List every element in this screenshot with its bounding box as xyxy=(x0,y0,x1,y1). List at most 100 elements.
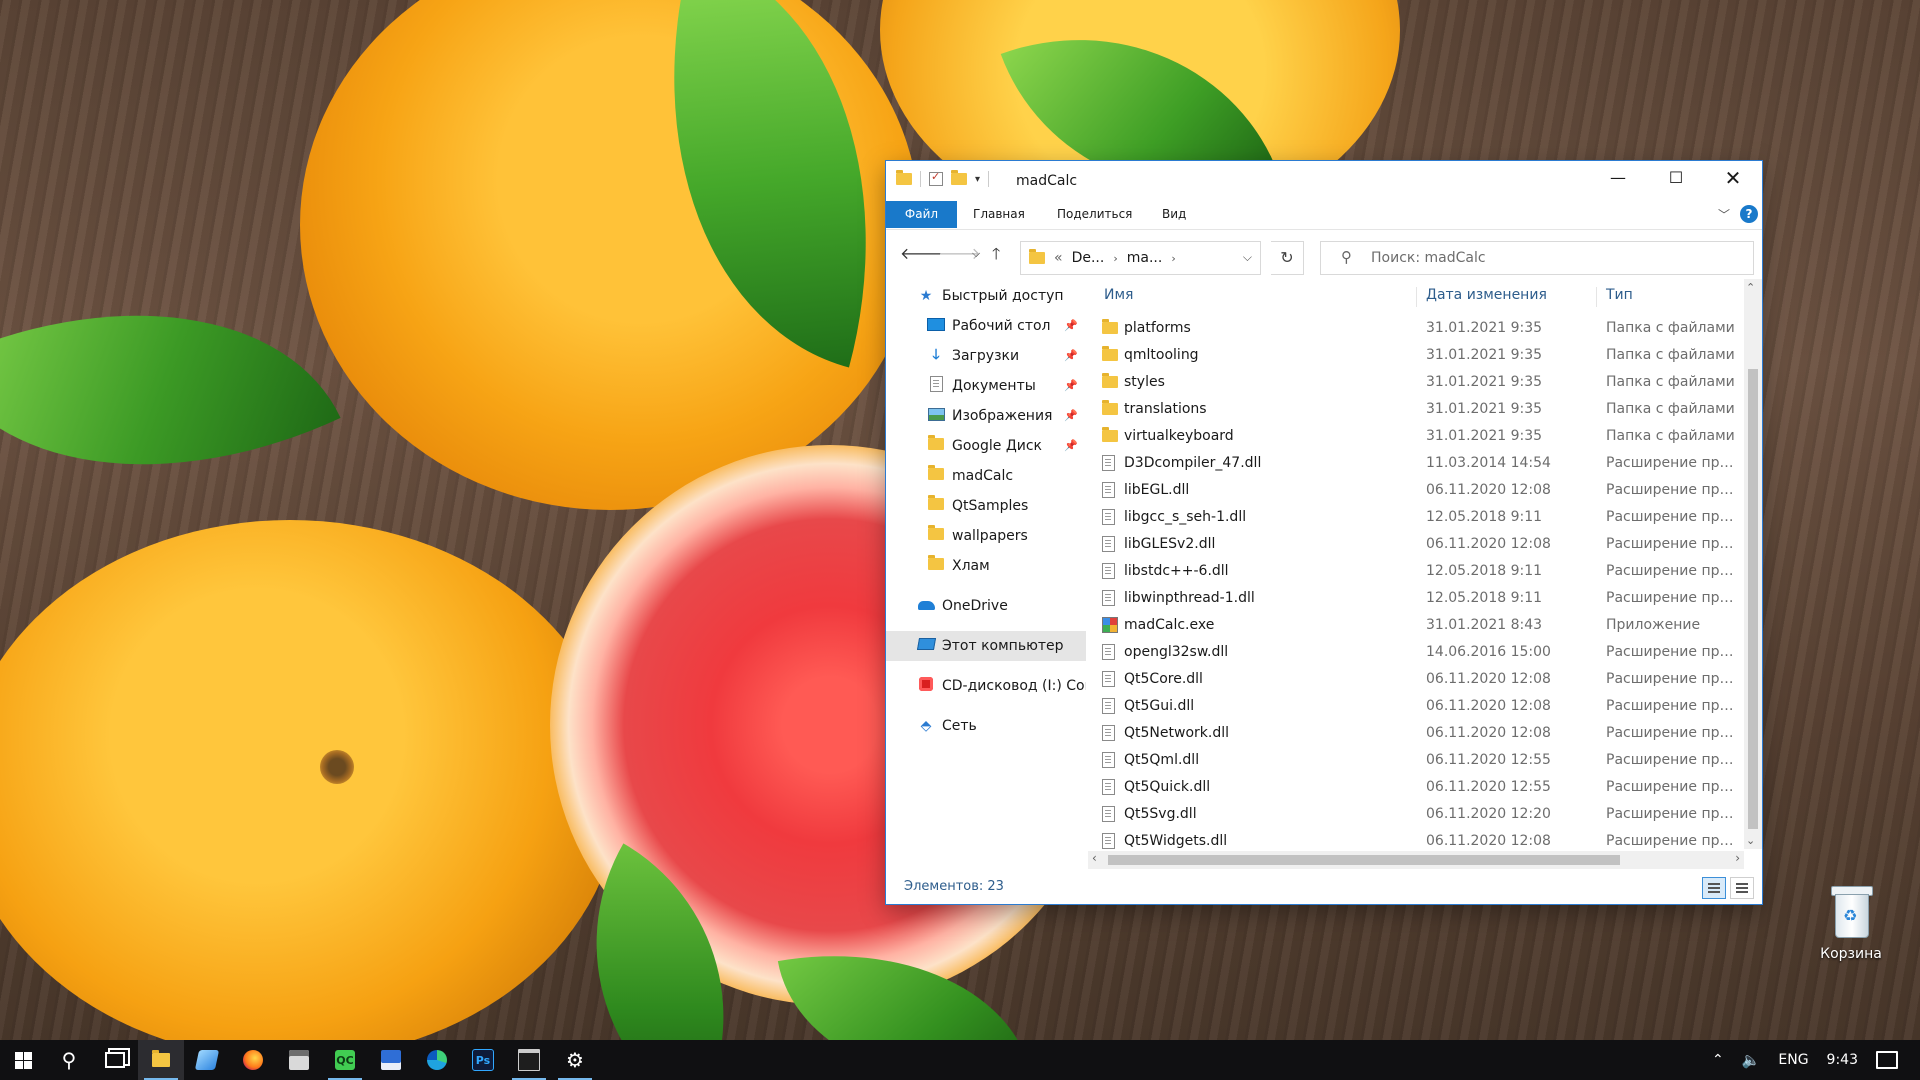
notifications-icon[interactable] xyxy=(1876,1051,1898,1069)
scroll-thumb[interactable] xyxy=(1108,855,1620,865)
nav-documents[interactable]: Документы 📌 xyxy=(886,371,1086,401)
nav-cd-drive[interactable]: CD-дисковод (I:) Cor xyxy=(886,671,1086,701)
taskbar-blue-app[interactable] xyxy=(184,1040,230,1080)
table-row[interactable]: Qt5Widgets.dll 06.11.2020 12:08 Расширение… xyxy=(1096,827,1738,849)
chevron-right-icon[interactable]: › xyxy=(1113,252,1117,265)
nav-google-drive[interactable]: Google Диск 📌 xyxy=(886,431,1086,461)
table-row[interactable]: libstdc++-6.dll 12.05.2018 9:11 Расширение… xyxy=(1096,557,1738,584)
table-row[interactable]: Qt5Core.dll 06.11.2020 12:08 Расширение пр… xyxy=(1096,665,1738,692)
expand-ribbon-icon[interactable]: ﹀ xyxy=(1718,206,1730,223)
column-divider[interactable] xyxy=(1596,287,1597,307)
column-header-date[interactable]: Дата изменения xyxy=(1426,279,1547,311)
search-input[interactable]: Поиск: madCalc xyxy=(1371,250,1486,266)
table-row[interactable]: Qt5Gui.dll 06.11.2020 12:08 Расширение при… xyxy=(1096,692,1738,719)
table-row[interactable]: opengl32sw.dll 14.06.2016 15:00 Расширение… xyxy=(1096,638,1738,665)
address-dropdown-icon[interactable]: ⌵ xyxy=(1243,250,1252,265)
table-row[interactable]: qmltooling 31.01.2021 9:35 Папка с файлами xyxy=(1096,341,1736,368)
chevron-right-icon[interactable]: › xyxy=(1171,252,1175,265)
minimize-button[interactable]: — xyxy=(1589,161,1647,195)
nav-this-pc[interactable]: Этот компьютер xyxy=(886,631,1086,661)
address-bar[interactable]: « De... › ma... › ⌵ xyxy=(1020,241,1261,275)
up-arrow-icon[interactable]: 🡑 xyxy=(992,243,1000,270)
taskbar-save-app[interactable] xyxy=(368,1040,414,1080)
table-row[interactable]: Qt5Quick.dll 06.11.2020 12:55 Расширение п… xyxy=(1096,773,1738,800)
refresh-button[interactable]: ↻ xyxy=(1271,241,1304,275)
column-header-name[interactable]: Имя xyxy=(1104,279,1133,311)
scroll-right-icon[interactable]: › xyxy=(1735,851,1740,865)
tab-view[interactable]: Вид xyxy=(1162,201,1186,228)
customize-toolbar-icon[interactable]: ▾ xyxy=(975,174,980,185)
start-button[interactable] xyxy=(0,1040,46,1080)
breadcrumb-segment[interactable]: De... xyxy=(1072,250,1105,266)
title-bar[interactable]: ▾ madCalc — ☐ ✕ xyxy=(886,161,1762,201)
application-icon xyxy=(1102,617,1118,633)
nav-madcalc[interactable]: madCalc xyxy=(886,461,1086,491)
vertical-scrollbar[interactable]: ⌃ ⌄ xyxy=(1744,279,1762,849)
taskbar-photoshop[interactable]: Ps xyxy=(460,1040,506,1080)
nav-wallpapers[interactable]: wallpapers xyxy=(886,521,1086,551)
file-date: 31.01.2021 9:35 xyxy=(1426,427,1543,444)
table-row[interactable]: madCalc.exe 31.01.2021 8:43 Приложение xyxy=(1096,611,1736,638)
nav-network[interactable]: ⬘ Сеть xyxy=(886,711,1086,741)
recent-locations-chevron-icon[interactable]: ⌵ xyxy=(972,247,980,261)
taskbar-file-explorer[interactable] xyxy=(138,1040,184,1080)
column-header-type[interactable]: Тип xyxy=(1606,279,1633,311)
back-arrow-icon[interactable]: 🡐 xyxy=(900,243,943,263)
table-row[interactable]: libGLESv2.dll 06.11.2020 12:08 Расширение … xyxy=(1096,530,1738,557)
folder-icon xyxy=(1029,249,1045,264)
table-row[interactable]: libgcc_s_seh-1.dll 12.05.2018 9:11 Расшире… xyxy=(1096,503,1738,530)
show-hidden-icons-icon[interactable]: ⌃ xyxy=(1712,1052,1724,1068)
nav-khlam[interactable]: Хлам xyxy=(886,551,1086,581)
new-folder-icon[interactable] xyxy=(951,170,967,185)
breadcrumb-segment[interactable]: ma... xyxy=(1127,250,1163,266)
nav-onedrive[interactable]: OneDrive xyxy=(886,591,1086,621)
scroll-up-icon[interactable]: ⌃ xyxy=(1746,281,1755,294)
file-date: 31.01.2021 9:35 xyxy=(1426,400,1543,417)
tab-file[interactable]: Файл xyxy=(886,201,957,228)
clock[interactable]: 9:43 xyxy=(1827,1052,1858,1068)
address-overflow[interactable]: « xyxy=(1054,250,1063,266)
table-row[interactable]: Qt5Svg.dll 06.11.2020 12:20 Расширение при… xyxy=(1096,800,1738,827)
maximize-button[interactable]: ☐ xyxy=(1647,161,1705,195)
table-row[interactable]: Qt5Qml.dll 06.11.2020 12:55 Расширение при… xyxy=(1096,746,1738,773)
file-type: Расширение при... xyxy=(1606,832,1738,849)
taskbar-calculator[interactable] xyxy=(276,1040,322,1080)
taskbar-firefox[interactable] xyxy=(230,1040,276,1080)
close-button[interactable]: ✕ xyxy=(1704,161,1762,195)
task-view-button[interactable] xyxy=(92,1040,138,1080)
nav-downloads[interactable]: 🡓 Загрузки 📌 xyxy=(886,341,1086,371)
table-row[interactable]: styles 31.01.2021 9:35 Папка с файлами xyxy=(1096,368,1736,395)
taskbar-qt-creator[interactable]: QC xyxy=(322,1040,368,1080)
taskbar-search-button[interactable]: ⚲ xyxy=(46,1040,92,1080)
details-view-button[interactable] xyxy=(1702,877,1726,899)
large-icons-view-button[interactable] xyxy=(1730,877,1754,899)
taskbar-settings[interactable]: ⚙ xyxy=(552,1040,598,1080)
scroll-left-icon[interactable]: ‹ xyxy=(1092,851,1097,865)
tab-home[interactable]: Главная xyxy=(973,201,1025,228)
table-row[interactable]: virtualkeyboard 31.01.2021 9:35 Папка с фа… xyxy=(1096,422,1736,449)
folder-icon xyxy=(926,435,946,454)
table-row[interactable]: Qt5Network.dll 06.11.2020 12:08 Расширение… xyxy=(1096,719,1738,746)
scroll-down-icon[interactable]: ⌄ xyxy=(1746,834,1755,847)
table-row[interactable]: libEGL.dll 06.11.2020 12:08 Расширение при… xyxy=(1096,476,1738,503)
nav-pictures[interactable]: Изображения 📌 xyxy=(886,401,1086,431)
scroll-thumb[interactable] xyxy=(1748,369,1758,829)
tab-share[interactable]: Поделиться xyxy=(1057,201,1132,228)
column-divider[interactable] xyxy=(1416,287,1417,307)
language-indicator[interactable]: ENG xyxy=(1778,1052,1808,1068)
table-row[interactable]: libwinpthread-1.dll 12.05.2018 9:11 Расшир… xyxy=(1096,584,1738,611)
taskbar-edge[interactable] xyxy=(414,1040,460,1080)
horizontal-scrollbar[interactable]: ‹ › xyxy=(1088,851,1744,869)
table-row[interactable]: translations 31.01.2021 9:35 Папка с файла… xyxy=(1096,395,1736,422)
properties-icon[interactable] xyxy=(929,170,943,186)
recycle-bin-shortcut[interactable]: ♻ Корзина xyxy=(1806,884,1896,962)
taskbar-terminal[interactable] xyxy=(506,1040,552,1080)
nav-qtsamples[interactable]: QtSamples xyxy=(886,491,1086,521)
nav-quick-access[interactable]: ★ Быстрый доступ xyxy=(886,281,1086,311)
table-row[interactable]: D3Dcompiler_47.dll 11.03.2014 14:54 Расшир… xyxy=(1096,449,1738,476)
help-icon[interactable]: ? xyxy=(1740,205,1758,223)
table-row[interactable]: platforms 31.01.2021 9:35 Папка с файлами xyxy=(1096,314,1736,341)
search-box[interactable]: ⚲ Поиск: madCalc xyxy=(1320,241,1754,275)
volume-icon[interactable]: 🔈 xyxy=(1742,1051,1761,1069)
nav-desktop[interactable]: Рабочий стол 📌 xyxy=(886,311,1086,341)
